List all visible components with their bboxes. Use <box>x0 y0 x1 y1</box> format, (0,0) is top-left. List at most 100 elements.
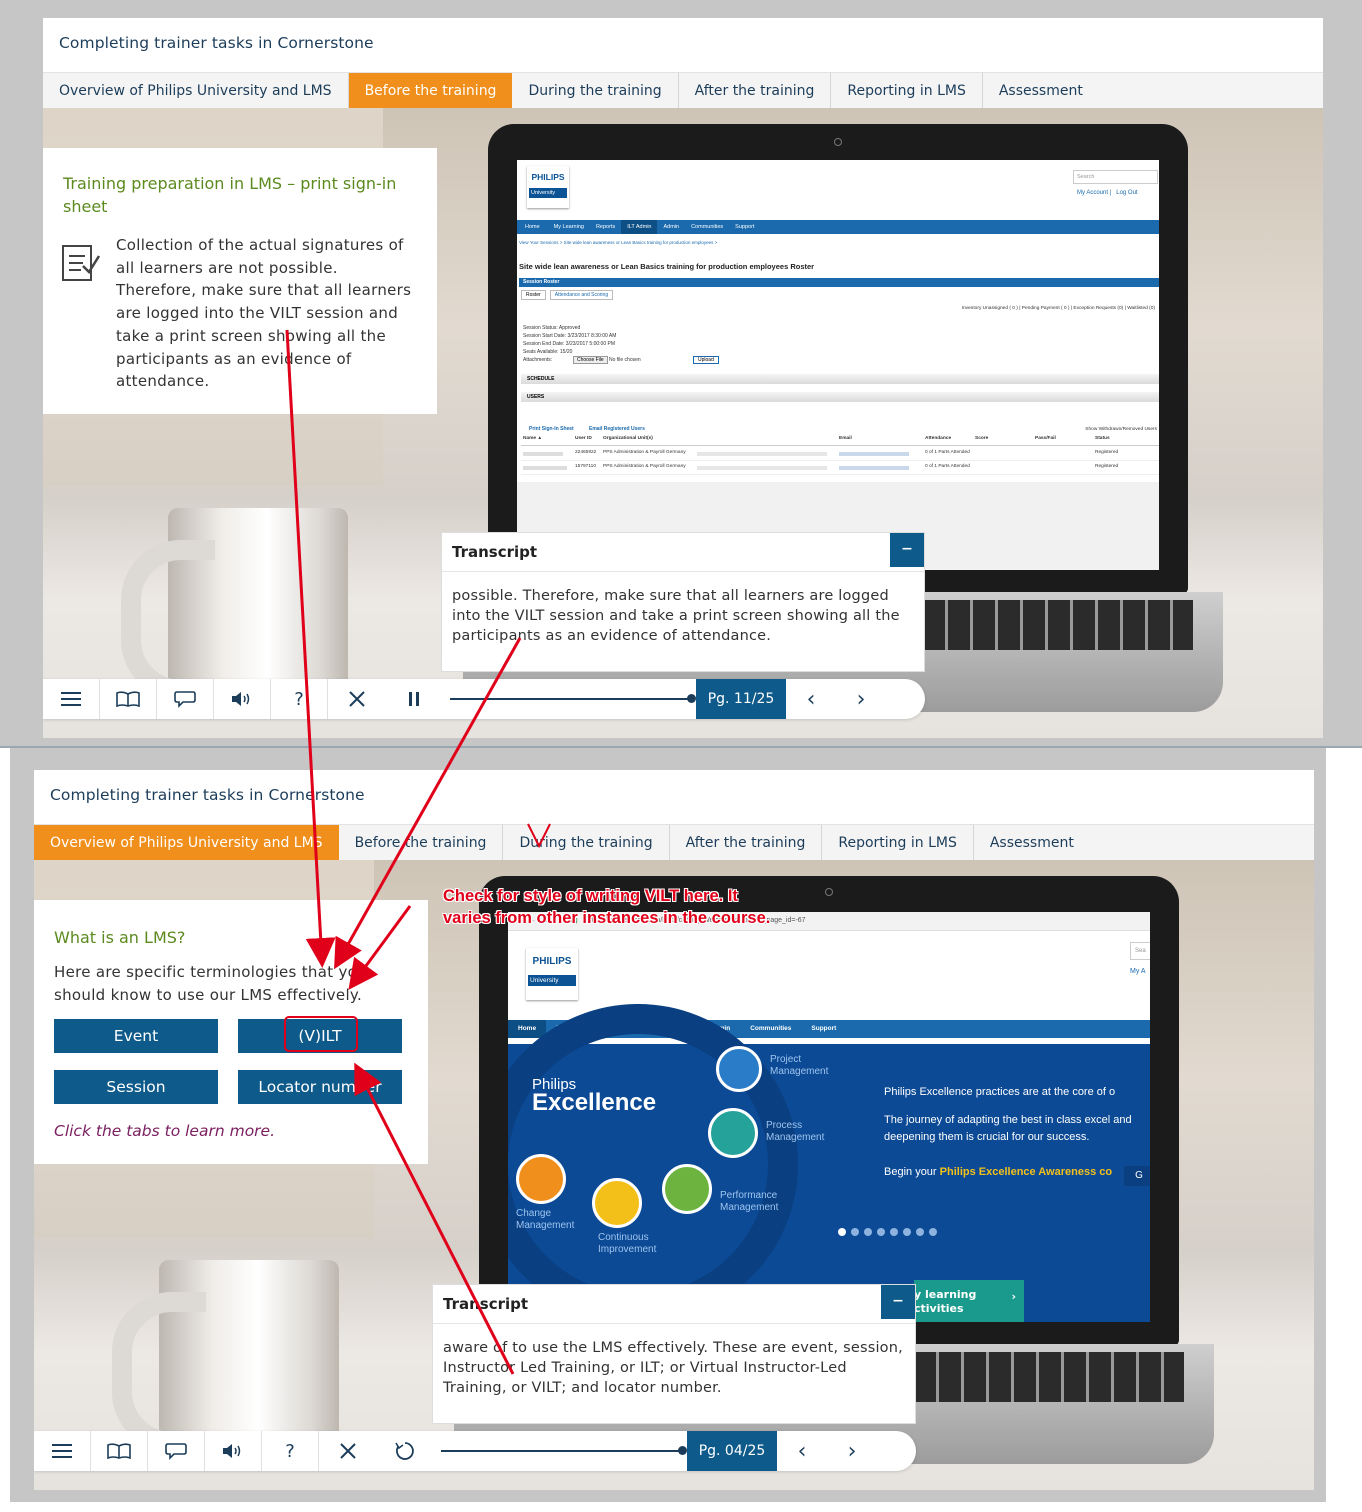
banner-text-1: Philips Excellence practices are at the … <box>884 1086 1116 1098</box>
search-field[interactable]: Search <box>1073 170 1158 184</box>
help-icon[interactable]: ? <box>271 679 328 719</box>
course-title: Completing trainer tasks in Cornerstone <box>59 34 374 52</box>
volume-icon[interactable] <box>205 1431 262 1471</box>
change-management-icon <box>516 1154 566 1204</box>
lms-nav-my-learning[interactable]: My Learning <box>548 220 590 234</box>
glossary-book-icon[interactable] <box>91 1431 148 1471</box>
tab-after-training[interactable]: After the training <box>679 73 832 109</box>
banner-text-2: The journey of adapting the best in clas… <box>884 1114 1132 1143</box>
schedule-bar[interactable]: SCHEDULE <box>521 374 1159 384</box>
excellence-banner: Philips Excellence Project Management Pr… <box>508 1004 1150 1322</box>
course-title: Completing trainer tasks in Cornerstone <box>50 786 365 804</box>
chevron-right-icon: › <box>1011 1290 1016 1303</box>
lms-nav-home[interactable]: Home <box>517 220 548 234</box>
print-sign-in-link[interactable]: Print Sign-In Sheet <box>529 426 574 432</box>
philips-logo: PHILIPS University <box>526 948 578 1000</box>
tab-overview[interactable]: Overview of Philips University and LMS <box>43 73 349 109</box>
volume-icon[interactable] <box>214 679 271 719</box>
chevron-right-icon[interactable]: › <box>827 1431 877 1471</box>
status-line: Inventory Unassigned ( 0 ) | Pending Pay… <box>961 306 1155 311</box>
help-icon[interactable]: ? <box>262 1431 319 1471</box>
philips-logo: PHILIPS University <box>527 166 569 208</box>
carousel-dots[interactable] <box>838 1228 937 1236</box>
lms-nav-communities[interactable]: Communities <box>685 220 729 234</box>
vilt-button[interactable]: (V)ILT <box>238 1019 402 1053</box>
roster-subtabs: Roster Attendance and Scoring <box>521 290 614 300</box>
continuous-improvement-icon <box>592 1178 642 1228</box>
progress-scrubber[interactable] <box>433 1431 693 1471</box>
lms-nav-ilt-admin[interactable]: ILT Admin <box>621 220 658 234</box>
scrubber-handle[interactable] <box>687 694 696 703</box>
users-bar[interactable]: USERS <box>521 392 1159 402</box>
lms-nav-home[interactable]: Home <box>508 1020 547 1038</box>
transcript-panel: Transcript – possible. Therefore, make s… <box>441 532 925 672</box>
tab-before-training[interactable]: Before the training <box>339 825 504 861</box>
account-link[interactable]: My A <box>1130 968 1146 975</box>
chevron-left-icon[interactable]: ‹ <box>786 679 836 719</box>
tab-assessment[interactable]: Assessment <box>974 825 1090 861</box>
lms-nav: Home My Learning Reports ILT Admin Admin… <box>517 220 1159 234</box>
excellence-logo: Philips Excellence <box>532 1076 657 1116</box>
go-button[interactable]: G <box>1124 1166 1150 1186</box>
lms-nav-support[interactable]: Support <box>801 1020 846 1038</box>
info-card: What is an LMS? Here are specific termin… <box>34 900 428 1164</box>
project-management-icon <box>716 1046 762 1092</box>
close-icon[interactable] <box>328 679 385 719</box>
session-button[interactable]: Session <box>54 1070 218 1104</box>
event-button[interactable]: Event <box>54 1019 218 1053</box>
transcript-panel: Transcript – aware of to use the LMS eff… <box>432 1284 916 1424</box>
page-indicator: Pg. 11/25 <box>696 679 786 719</box>
tab-during-training[interactable]: During the training <box>503 825 670 861</box>
transcript-title: Transcript <box>442 533 924 572</box>
tab-assessment[interactable]: Assessment <box>983 73 1099 109</box>
my-learning-activities-button[interactable]: y learning ctivities › <box>914 1280 1024 1322</box>
tab-reporting[interactable]: Reporting in LMS <box>831 73 983 109</box>
slide-top: Completing trainer tasks in Cornerstone … <box>43 18 1323 738</box>
lms-nav-support[interactable]: Support <box>729 220 760 234</box>
performance-management-icon <box>662 1164 712 1214</box>
tab-overview[interactable]: Overview of Philips University and LMS <box>34 825 339 861</box>
laptop-screen: ← → C Veilig https://philips.csod.com/LM… <box>508 912 1150 1322</box>
transcript-text: possible. Therefore, make sure that all … <box>452 588 900 644</box>
subtab-roster[interactable]: Roster <box>521 290 546 300</box>
tab-during-training[interactable]: During the training <box>512 73 679 109</box>
roster-title: Site wide lean awareness or Lean Basics … <box>519 262 815 271</box>
minimize-icon[interactable]: – <box>881 1285 915 1319</box>
scrubber-handle[interactable] <box>678 1446 687 1455</box>
minimize-icon[interactable]: – <box>890 533 924 567</box>
choose-file-button[interactable]: Choose File <box>573 356 608 364</box>
subtab-attendance[interactable]: Attendance and Scoring <box>549 290 614 300</box>
search-field[interactable]: Sea <box>1130 942 1150 960</box>
tab-bar: Overview of Philips University and LMS B… <box>34 824 1314 861</box>
session-roster-header: Session Roster <box>519 278 1159 287</box>
lms-nav-communities[interactable]: Communities <box>740 1020 801 1038</box>
locator-number-button[interactable]: Locator number <box>238 1070 402 1104</box>
tab-before-training[interactable]: Before the training <box>348 73 513 109</box>
account-links[interactable]: My Account | Log Out <box>1077 190 1138 196</box>
tab-reporting[interactable]: Reporting in LMS <box>822 825 974 861</box>
users-table-header: Name ▲ User ID Organizational Unit(s) Em… <box>521 436 1159 446</box>
replay-icon[interactable] <box>376 1431 433 1471</box>
email-users-link[interactable]: Email Registered Users <box>589 426 645 432</box>
chevron-right-icon[interactable]: › <box>836 679 886 719</box>
camera-icon <box>825 888 833 896</box>
upload-button[interactable]: Upload <box>693 356 719 364</box>
chevron-left-icon[interactable]: ‹ <box>777 1431 827 1471</box>
tab-bar: Overview of Philips University and LMS B… <box>43 72 1323 109</box>
close-icon[interactable] <box>319 1431 376 1471</box>
transcript-speech-icon[interactable] <box>148 1431 205 1471</box>
progress-scrubber[interactable] <box>442 679 702 719</box>
tab-after-training[interactable]: After the training <box>670 825 823 861</box>
glossary-book-icon[interactable] <box>100 679 157 719</box>
table-row: 15797110 PPS Administration & Payroll Ge… <box>521 464 1159 475</box>
pause-icon[interactable] <box>385 679 442 719</box>
lms-nav-reports[interactable]: Reports <box>590 220 621 234</box>
camera-icon <box>834 138 842 146</box>
show-withdrawn-checkbox[interactable]: Show Withdrawn/Removed Users <box>1085 427 1157 432</box>
menu-icon[interactable] <box>43 679 100 719</box>
lms-nav-admin[interactable]: Admin <box>657 220 685 234</box>
breadcrumb: View Your Sessions > Site wide lean awar… <box>519 240 718 245</box>
no-file-text: No file chosen <box>609 357 641 363</box>
menu-icon[interactable] <box>34 1431 91 1471</box>
transcript-speech-icon[interactable] <box>157 679 214 719</box>
